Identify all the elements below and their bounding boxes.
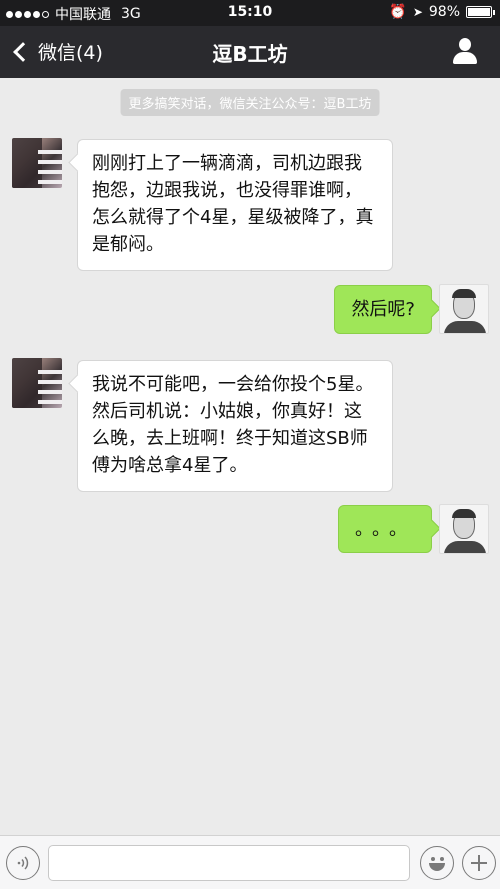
message-text: 刚刚打上了一辆滴滴，司机边跟我抱怨，边跟我说，也没得罪谁啊，怎么就得了个4星，星… [92,153,374,255]
status-bar: 中国联通 3G 15:10 ⏰ ➤ 98% [0,0,500,26]
battery-icon [466,6,495,18]
my-avatar[interactable] [439,284,489,334]
back-label: 微信(4) [38,42,103,64]
system-notice: 更多搞笑对话，微信关注公众号：逗B工坊 [120,89,380,116]
alarm-icon: ⏰ [389,4,407,20]
back-button[interactable]: 微信(4) [12,38,103,65]
message-input[interactable] [48,845,410,881]
status-indicators: ⏰ ➤ 98% [389,4,495,20]
emoji-button[interactable] [420,846,454,880]
chat-info-button[interactable] [452,38,478,66]
message-text: 。。。 [355,519,415,540]
battery-fill [468,8,490,16]
message-bubble-outgoing[interactable]: 然后呢? [334,285,432,334]
message-text: 然后呢? [351,299,415,320]
chevron-left-icon [13,41,33,62]
location-icon: ➤ [412,5,423,19]
voice-icon [17,856,29,870]
message-bubble-outgoing[interactable]: 。。。 [338,505,432,553]
input-bar [0,835,500,889]
my-avatar[interactable] [439,504,489,554]
message-text: 我说不可能吧，一会给你投个5星。然后司机说：小姑娘，你真好！这么晚，去上班啊！终… [92,374,374,476]
voice-button[interactable] [6,846,40,880]
contact-avatar[interactable] [12,358,62,408]
contact-avatar[interactable] [12,138,62,188]
battery-percentage: 98% [428,4,460,20]
nav-bar: 微信(4) 逗B工坊 [0,26,500,78]
person-icon [459,38,471,51]
more-button[interactable] [462,846,496,880]
message-bubble-incoming[interactable]: 我说不可能吧，一会给你投个5星。然后司机说：小姑娘，你真好！这么晚，去上班啊！终… [77,360,393,492]
message-bubble-incoming[interactable]: 刚刚打上了一辆滴滴，司机边跟我抱怨，边跟我说，也没得罪谁啊，怎么就得了个4星，星… [77,139,393,271]
